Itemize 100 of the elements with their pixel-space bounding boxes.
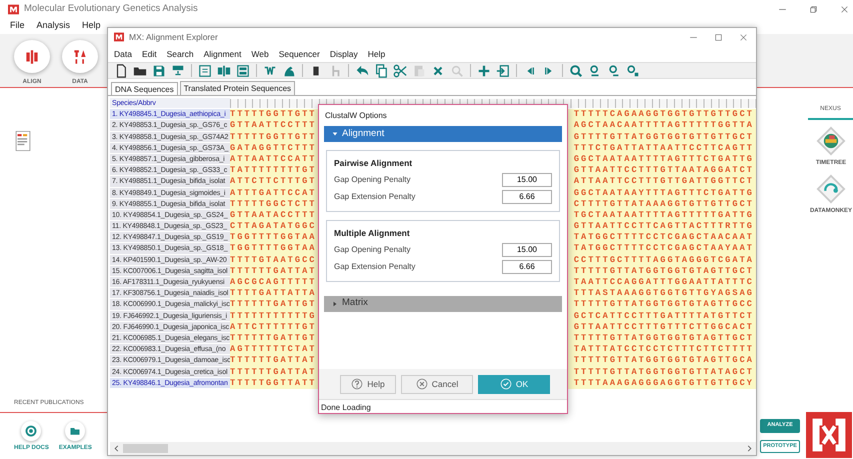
field-label: Gap Opening Penalty bbox=[334, 174, 410, 186]
sequence: GCTCATTCCTTTGATTTTATGTTCT bbox=[574, 310, 754, 322]
sequence: GTTAATTCCTTCAGTTACTTTRTTG bbox=[574, 221, 754, 232]
sequence: GTTTTGTTATGGTGGTGTTGTTGCT bbox=[574, 132, 754, 143]
scroll-right-icon[interactable] bbox=[746, 445, 753, 452]
sequence: GGCTAATAAYTTTAGTTTCTGATTG bbox=[574, 188, 754, 199]
scissors-icon[interactable] bbox=[393, 64, 407, 78]
menu-item[interactable]: Analysis bbox=[36, 19, 70, 33]
number-field[interactable]: 15.00 bbox=[502, 172, 552, 187]
sequence: TTTTTGGCTCTT bbox=[230, 198, 316, 210]
sequence: TTTTTTGATTAT bbox=[230, 266, 316, 277]
sequence: TGCTAATAATTTTAGTTTTTGATTG bbox=[574, 210, 754, 222]
sequence: CCTTTGCTTTTAGGTAGGGTCGATA bbox=[574, 254, 754, 266]
timetree-icon[interactable] bbox=[816, 126, 846, 156]
copy-icon[interactable] bbox=[374, 64, 388, 78]
folder-icon bbox=[69, 425, 82, 437]
sequence: TTTTTGTTATGGTGGTGTAGTTGCA bbox=[574, 355, 754, 366]
menu-item[interactable]: Search bbox=[166, 48, 194, 60]
sequence: GTTAATTCCTTTGTTTCTTGGCACT bbox=[574, 322, 754, 333]
scroll-left-icon[interactable] bbox=[113, 445, 120, 452]
app-logo bbox=[8, 4, 19, 14]
new-file-icon[interactable] bbox=[114, 64, 128, 78]
number-field[interactable]: 6.66 bbox=[502, 260, 552, 274]
data-button[interactable] bbox=[62, 40, 98, 73]
document-icon[interactable] bbox=[198, 64, 212, 78]
help-button[interactable]: Help bbox=[340, 374, 396, 394]
menu-item[interactable]: Web bbox=[251, 48, 269, 60]
sequence: GGCTAATAATTTTAGTTTCTGATTG bbox=[574, 154, 754, 166]
sequence: TTTTTTGATTAT bbox=[230, 366, 316, 378]
status-text: Done Loading bbox=[319, 399, 567, 413]
sequence: TTTASTAAAGGTGGTGTTGYAGSAG bbox=[574, 288, 754, 300]
group-title: Pairwise Alignment bbox=[334, 157, 414, 170]
sequence: TGGTTTTGGTAA bbox=[230, 243, 316, 255]
close-icon[interactable] bbox=[739, 32, 748, 42]
number-field[interactable]: 6.66 bbox=[502, 190, 552, 204]
menu-item[interactable]: File bbox=[10, 19, 25, 33]
sequence: TTTTAAAGAGGGAGGTGTTGTTGCY bbox=[574, 378, 754, 389]
menu-item[interactable]: Help bbox=[368, 48, 386, 60]
group-title: Multiple Alignment bbox=[334, 226, 411, 240]
close-icon[interactable] bbox=[840, 4, 849, 14]
sequence: ATTCTTCTTTGT bbox=[230, 176, 316, 188]
field-label: Gap Extension Penalty bbox=[334, 190, 416, 203]
section-header[interactable]: Matrix bbox=[324, 296, 562, 312]
app-logo bbox=[114, 32, 124, 42]
menu-item[interactable]: Alignment bbox=[204, 48, 242, 60]
sequence: TTTTTTGATTAT bbox=[230, 355, 316, 366]
sequence: TATTTATCCTCCTCTTTCTTCTTTT bbox=[574, 344, 754, 356]
window-title: MX: Alignment Explorer bbox=[129, 30, 218, 44]
align-button[interactable] bbox=[14, 40, 50, 73]
check-icon bbox=[500, 378, 512, 390]
sequence: AGTTTTTTCTAT bbox=[230, 344, 316, 356]
sequence: TATGGCTTTTCCTCGAGCTAACAAT bbox=[574, 232, 754, 244]
sequence: GTTAATTCCTTTGTTAATAGGATCT bbox=[574, 165, 754, 176]
undo-icon[interactable] bbox=[355, 64, 369, 78]
sequence: TTTCTGATTATTAATTCCTTCAGTT bbox=[574, 142, 754, 154]
sequence: TTTTTGGTTGTT bbox=[230, 132, 316, 143]
number-field[interactable]: 15.00 bbox=[502, 242, 552, 256]
sequence: TAATTCCAGGATTTGGAATTATTTC bbox=[574, 277, 754, 288]
import-icon[interactable] bbox=[496, 64, 510, 78]
menu-item[interactable]: Display bbox=[330, 48, 358, 60]
sequence: TATTTTTTTTGT bbox=[230, 165, 316, 176]
sequence: CTTTTGTTATAAAGGTGTTGTTGCT bbox=[574, 198, 754, 210]
field-label: Gap Extension Penalty bbox=[334, 260, 416, 272]
sequence: AGCTAACAATTTTAGTTTTTGGTTA bbox=[574, 120, 754, 132]
sequence: TTTTGTAATGCC bbox=[230, 254, 316, 266]
dialog-title: ClustalW Options bbox=[324, 110, 388, 122]
menu-item[interactable]: Help bbox=[82, 19, 101, 33]
sequence: ATTCTTTTTTGT bbox=[230, 322, 316, 333]
tab[interactable]: DNA Sequences bbox=[111, 82, 178, 96]
sequence: TTTTTGGTTATT bbox=[230, 378, 316, 389]
scrollbar-thumb[interactable] bbox=[123, 444, 168, 453]
sequence: ATTAATTCCATT bbox=[230, 154, 316, 166]
maximize-icon[interactable] bbox=[714, 32, 723, 42]
cancel-button[interactable]: Cancel bbox=[401, 374, 473, 394]
menu-item[interactable]: Sequencer bbox=[278, 48, 320, 60]
cancel-icon bbox=[416, 378, 428, 390]
menu-item[interactable]: Data bbox=[114, 48, 132, 60]
help-icon bbox=[351, 378, 364, 390]
datamonkey-icon[interactable] bbox=[816, 174, 846, 204]
align-icon[interactable] bbox=[217, 64, 231, 78]
search-icon[interactable] bbox=[569, 64, 583, 78]
save-icon[interactable] bbox=[152, 64, 166, 78]
sequence: TTTTTGTTATGGTGGTGTAGTTGCT bbox=[574, 266, 754, 277]
field-label: Gap Opening Penalty bbox=[334, 244, 410, 256]
sequence: GATAGGTTCTTT bbox=[230, 142, 316, 154]
restore-icon[interactable] bbox=[809, 4, 818, 14]
sequence: TTTTGATTATTA bbox=[230, 288, 316, 300]
window-title: Molecular Evolutionary Genetics Analysis bbox=[24, 2, 198, 16]
sequence: AGCGCAGTTTTT bbox=[230, 277, 316, 288]
sequence: ATTTGATTCCAT bbox=[230, 188, 316, 199]
sequence: TTTTTTGATTGT bbox=[230, 299, 316, 311]
sequence: ATTAATTCCTTTGTTGATTGGTTCT bbox=[574, 176, 754, 188]
sequence: TTTTTGGTTGTT bbox=[230, 109, 316, 120]
section-header[interactable]: Alignment bbox=[324, 126, 562, 142]
plus-icon[interactable] bbox=[477, 64, 491, 78]
sequence: TTTTTTTTTTTG bbox=[230, 310, 316, 322]
lifebuoy-icon bbox=[25, 425, 38, 437]
menu-item[interactable]: Edit bbox=[142, 48, 157, 60]
grid-icon[interactable] bbox=[236, 64, 250, 78]
tab[interactable]: Translated Protein Sequences bbox=[180, 81, 296, 95]
